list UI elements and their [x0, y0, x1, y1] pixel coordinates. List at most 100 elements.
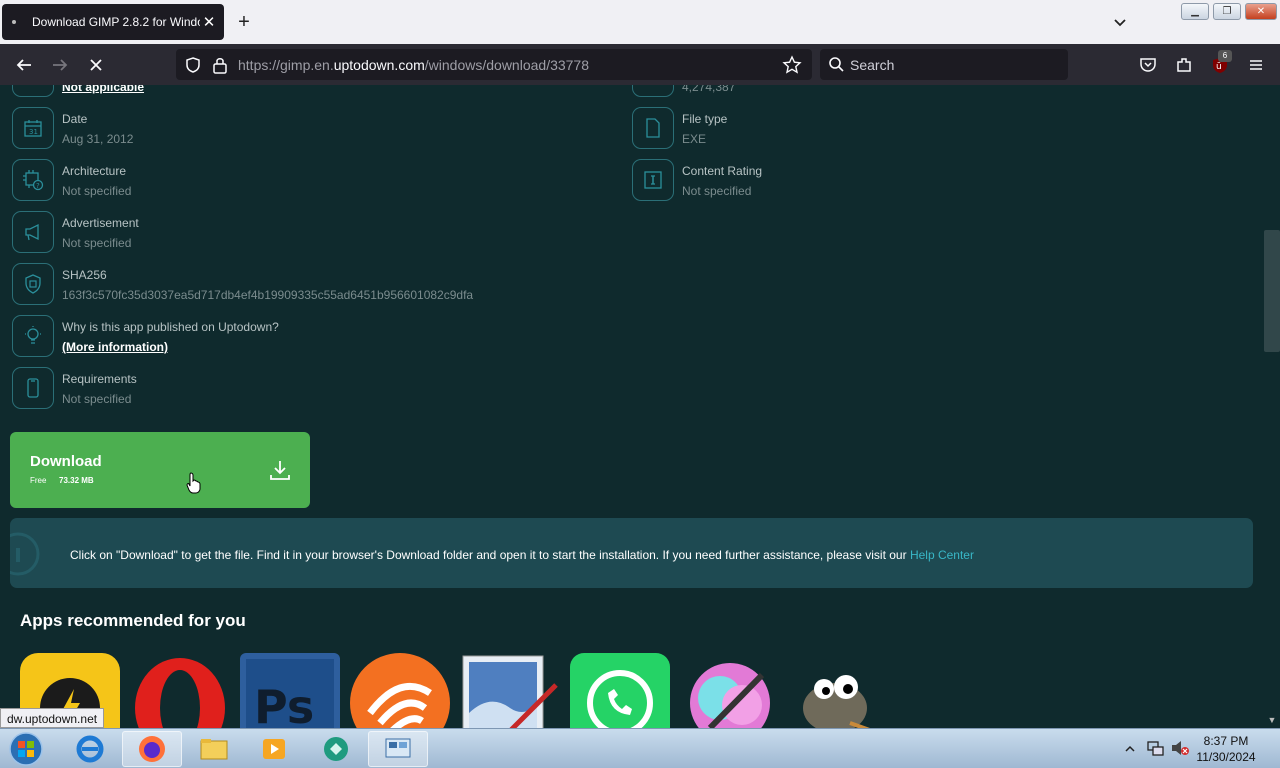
paint-app-icon[interactable] [460, 653, 560, 728]
svg-text:Ps: Ps [254, 680, 314, 728]
url-prefix: https://gimp.en. [238, 57, 334, 73]
bookmark-star-icon[interactable] [782, 55, 802, 75]
not-applicable-link[interactable]: Not applicable [62, 85, 144, 94]
media-player-icon [263, 739, 285, 759]
download-instructions-notice: Click on "Download" to get the file. Fin… [10, 518, 1253, 588]
taskbar-internet-explorer[interactable] [60, 731, 120, 767]
why-published-label: Why is this app published on Uptodown? [62, 320, 279, 334]
date-value: Aug 31, 2012 [62, 132, 134, 146]
chip-icon: ? [12, 159, 54, 201]
windows-start-icon [9, 732, 43, 766]
firefox-icon [139, 736, 165, 762]
scroll-down-arrow-icon[interactable]: ▼ [1264, 712, 1280, 728]
info-item-content-rating: Content Rating Not specified [632, 159, 762, 201]
info-item-why-published: Why is this app published on Uptodown? (… [12, 315, 279, 357]
download-title: Download [30, 453, 102, 470]
sha256-value: 163f3c570fc35d3037ea5d717db4ef4b19909335… [62, 288, 474, 302]
status-bar-url: dw.uptodown.net [0, 708, 105, 728]
close-icon [90, 59, 102, 71]
start-button[interactable] [0, 731, 52, 767]
gimp-icon[interactable] [790, 653, 890, 728]
taskbar-control-panel[interactable] [368, 731, 428, 767]
extension-badge: 6 [1218, 50, 1232, 62]
krita-icon[interactable] [680, 653, 780, 728]
pocket-button[interactable] [1136, 53, 1160, 77]
windows-taskbar: 8:37 PM 11/30/2024 [0, 728, 1280, 768]
download-button[interactable]: Download Free 73.32 MB [10, 432, 310, 508]
browser-tab[interactable]: Download GIMP 2.8.2 for Windows ✕ [2, 4, 224, 40]
lock-icon[interactable] [212, 56, 228, 74]
download-free-label: Free [30, 476, 47, 485]
app-circle-icon [324, 737, 348, 761]
taskbar-firefox[interactable] [122, 731, 182, 767]
search-icon [829, 57, 844, 72]
whatsapp-icon[interactable] [570, 653, 670, 728]
extensions-button[interactable] [1172, 53, 1196, 77]
taskbar-media-player[interactable] [244, 731, 304, 767]
back-button[interactable] [12, 53, 36, 77]
scrollbar-thumb[interactable] [1264, 230, 1280, 352]
address-bar[interactable]: https://gimp.en.uptodown.com/windows/dow… [176, 49, 812, 80]
hand-cursor-icon [186, 472, 201, 494]
bolt-app-icon[interactable] [350, 653, 450, 728]
megaphone-icon [12, 211, 54, 253]
photoshop-icon[interactable]: Ps [240, 653, 340, 728]
navigation-toolbar: https://gimp.en.uptodown.com/windows/dow… [0, 44, 1280, 85]
clock-time: 8:37 PM [1203, 734, 1249, 748]
tab-title: Download GIMP 2.8.2 for Windows [32, 15, 200, 29]
chevron-down-icon [1114, 19, 1126, 27]
maximize-button[interactable]: ❐ [1213, 3, 1241, 20]
minimize-button[interactable]: ▁ [1181, 3, 1209, 20]
tab-favicon [12, 20, 16, 24]
search-field[interactable]: Search [820, 49, 1068, 80]
license-icon [12, 85, 54, 97]
volume-muted-icon[interactable] [1170, 739, 1190, 757]
internet-explorer-icon [76, 735, 104, 763]
phone-icon [12, 367, 54, 409]
info-item-file-type: File type EXE [632, 107, 727, 149]
sha256-label: SHA256 [62, 268, 107, 282]
shield-tracking-icon[interactable] [184, 56, 202, 74]
info-item-date: 31 Date Aug 31, 2012 [12, 107, 133, 149]
calendar-icon: 31 [12, 107, 54, 149]
tab-close-icon[interactable]: ✕ [200, 13, 218, 31]
requirements-label: Requirements [62, 372, 137, 386]
close-window-button[interactable]: ✕ [1245, 3, 1277, 20]
content-rating-label: Content Rating [682, 164, 763, 178]
taskbar-app-circle[interactable] [306, 731, 366, 767]
page-scrollbar[interactable] [1264, 85, 1280, 728]
new-tab-button[interactable]: + [234, 12, 254, 32]
opera-icon[interactable] [130, 653, 230, 728]
taskbar-file-explorer[interactable] [184, 731, 244, 767]
tray-expand-icon[interactable] [1124, 743, 1136, 755]
svg-text:31: 31 [29, 128, 38, 136]
download-size: 73.32 MB [59, 476, 94, 485]
advertisement-value: Not specified [62, 236, 132, 250]
tab-list-button[interactable] [1110, 12, 1130, 32]
arrow-right-icon [53, 59, 68, 71]
url-path: /windows/download/33778 [424, 57, 590, 73]
system-clock[interactable]: 8:37 PM 11/30/2024 [1188, 733, 1264, 765]
download-icon [270, 461, 290, 480]
lightbulb-icon [12, 315, 54, 357]
svg-text:ū: ū [1216, 62, 1222, 72]
url-domain: uptodown.com [333, 57, 425, 73]
arrow-left-icon [16, 59, 31, 71]
date-label: Date [62, 112, 88, 126]
hamburger-menu-icon [1250, 60, 1262, 70]
tab-strip: Download GIMP 2.8.2 for Windows ✕ + ▁ ❐ … [0, 0, 1280, 44]
recommended-heading: Apps recommended for you [20, 611, 246, 630]
app-menu-button[interactable] [1244, 53, 1268, 77]
control-panel-icon [385, 738, 411, 758]
stop-loading-button[interactable] [84, 53, 108, 77]
notice-text: Click on "Download" to get the file. Fin… [70, 548, 974, 562]
help-center-link[interactable]: Help Center [910, 548, 974, 562]
page-content: Not applicable 4,274,387 31 Date Aug 31,… [0, 85, 1264, 728]
more-information-link[interactable]: (More information) [62, 340, 279, 354]
url-text[interactable]: https://gimp.en.uptodown.com/windows/dow… [238, 57, 589, 73]
forward-button[interactable] [48, 53, 72, 77]
info-icon [10, 532, 40, 576]
shield-icon [12, 263, 54, 305]
network-icon[interactable] [1146, 739, 1164, 757]
file-type-label: File type [682, 112, 728, 126]
